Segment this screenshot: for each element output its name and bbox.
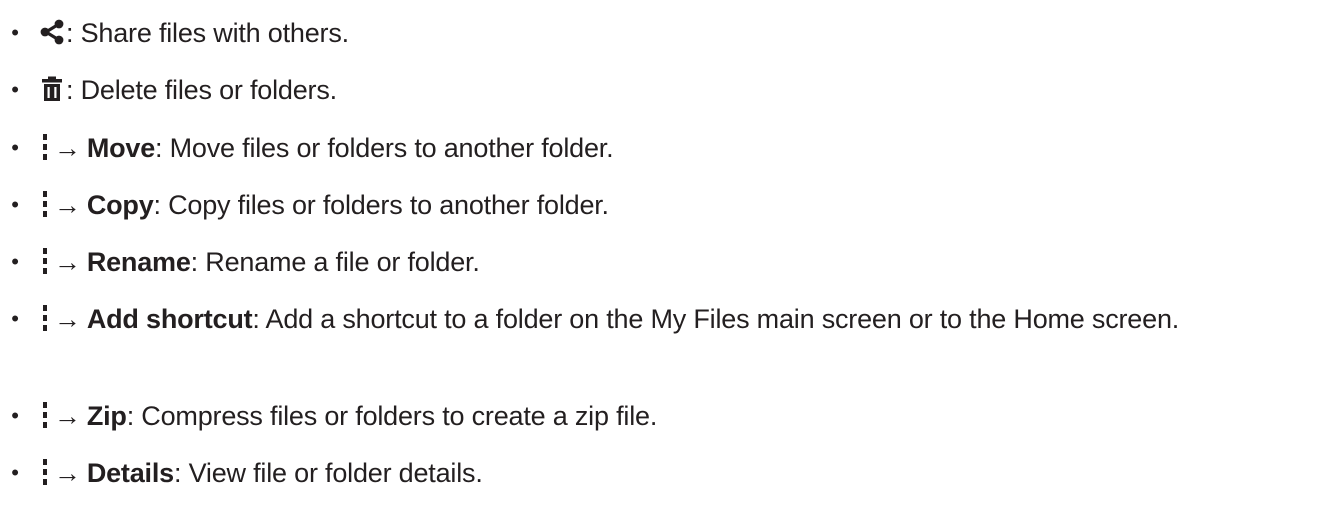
more-options-icon [40, 457, 50, 487]
bullet: • [11, 20, 19, 45]
arrow: → [54, 458, 81, 488]
more-options-icon [40, 189, 50, 219]
option-label: Rename [86, 247, 191, 277]
trash-icon [40, 76, 64, 102]
option-label: Details [86, 458, 174, 488]
item-description: : Add a shortcut to a folder on the My F… [252, 304, 1180, 334]
option-label: Copy [86, 190, 154, 220]
more-options-icon [40, 132, 50, 162]
more-options-icon [40, 246, 50, 276]
item-description: : Rename a file or folder. [190, 247, 480, 277]
bullet: • [11, 249, 19, 274]
arrow: → [54, 401, 81, 431]
arrow: → [54, 247, 81, 277]
bullet: • [11, 192, 19, 217]
bullet: • [11, 135, 19, 160]
bullet: • [11, 403, 19, 428]
item-description: : Compress files or folders to create a … [126, 401, 658, 431]
arrow: → [54, 304, 81, 334]
item-description: : Delete files or folders. [66, 75, 337, 105]
arrow: → [54, 190, 81, 220]
item-description: : Copy files or folders to another folde… [153, 190, 610, 220]
option-label: Add shortcut [86, 304, 253, 334]
share-icon [40, 19, 64, 45]
item-description: : Move files or folders to another folde… [155, 133, 614, 163]
item-description: : Share files with others. [66, 18, 349, 48]
bullet: • [11, 460, 19, 485]
option-label: Move [86, 133, 156, 163]
option-label: Zip [86, 401, 127, 431]
item-description: : View file or folder details. [173, 458, 483, 488]
more-options-icon [40, 400, 50, 430]
bullet: • [11, 306, 19, 331]
bullet: • [11, 77, 19, 102]
arrow: → [54, 133, 81, 163]
more-options-icon [40, 303, 50, 333]
